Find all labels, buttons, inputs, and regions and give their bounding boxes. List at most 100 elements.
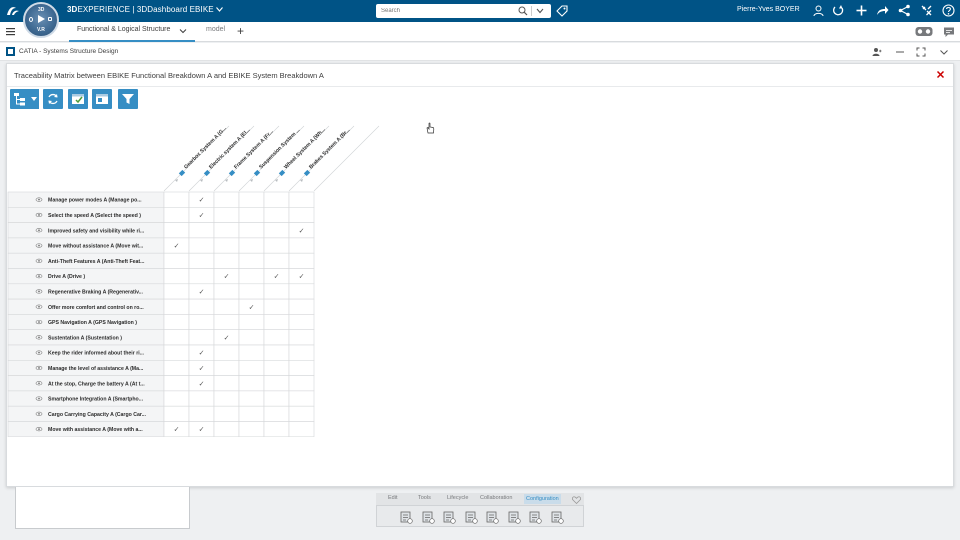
table-row[interactable]: Move with assistance A (Move with a... ✓ ✓: [7, 421, 315, 437]
table-row[interactable]: At the stop, Charge the battery A (At t.…: [7, 375, 315, 392]
collapse-chevron-down-icon[interactable]: [939, 47, 949, 57]
tab-functional-logical[interactable]: Functional & Logical Structure: [77, 26, 170, 33]
matrix-cell[interactable]: [263, 298, 290, 315]
matrix-cell[interactable]: [163, 298, 190, 315]
table-row[interactable]: GPS Navigation A (GPS Navigation ): [7, 314, 315, 331]
matrix-cell[interactable]: [288, 405, 315, 422]
matrix-cell[interactable]: [188, 405, 215, 422]
matrix-cell[interactable]: [163, 314, 190, 331]
action-tab-lifecycle[interactable]: Lifecycle: [447, 495, 468, 501]
matrix-cell[interactable]: [188, 329, 215, 346]
matrix-cell[interactable]: [188, 268, 215, 285]
matrix-cell[interactable]: [263, 237, 290, 254]
insert-product-icon[interactable]: [399, 510, 413, 524]
matrix-cell[interactable]: [163, 390, 190, 407]
matrix-cell[interactable]: [188, 252, 215, 269]
matrix-cell[interactable]: [238, 283, 265, 300]
tag-icon[interactable]: [556, 5, 568, 17]
maximize-icon[interactable]: [916, 47, 926, 57]
matrix-cell[interactable]: [288, 206, 315, 223]
tab-model[interactable]: model: [206, 26, 225, 33]
matrix-cell[interactable]: [238, 390, 265, 407]
user-name[interactable]: Pierre-Yves BOYER: [737, 6, 800, 13]
menu-icon[interactable]: [6, 27, 15, 36]
copy-icon[interactable]: [507, 510, 521, 524]
matrix-cell[interactable]: [263, 390, 290, 407]
vr-headset-icon[interactable]: [915, 26, 933, 37]
tab-chevron-down-icon[interactable]: [179, 27, 187, 35]
matrix-cell[interactable]: [163, 375, 190, 392]
action-tab-configuration[interactable]: Configuration: [524, 494, 561, 504]
document-icon[interactable]: [550, 510, 564, 524]
paste-icon[interactable]: [528, 510, 542, 524]
table-row[interactable]: Manage power modes A (Manage po... ✓: [7, 191, 315, 208]
action-tab-collaboration[interactable]: Collaboration: [480, 495, 512, 501]
table-row[interactable]: Improved safety and visibility while ri.…: [7, 222, 315, 239]
search-dropdown-icon[interactable]: [535, 7, 545, 15]
table-row[interactable]: Manage the level of assistance A (Ma... ✓: [7, 360, 315, 376]
matrix-cell[interactable]: [213, 344, 240, 361]
matrix-cell[interactable]: [288, 298, 315, 315]
matrix-cell[interactable]: [263, 191, 290, 208]
matrix-cell[interactable]: [213, 421, 240, 437]
matrix-cell[interactable]: [263, 206, 290, 223]
matrix-cell[interactable]: [238, 375, 265, 392]
matrix-cell[interactable]: [288, 375, 315, 392]
tools-icon[interactable]: [920, 4, 933, 17]
action-tab-tools[interactable]: Tools: [418, 495, 431, 501]
matrix-cell[interactable]: [288, 344, 315, 361]
user-icon[interactable]: [812, 4, 825, 17]
table-row[interactable]: Select the speed A (Select the speed ) ✓: [7, 206, 315, 223]
compass-play-icon[interactable]: [38, 15, 45, 23]
matrix-cell[interactable]: [163, 252, 190, 269]
matrix-cell[interactable]: [213, 360, 240, 376]
matrix-cell[interactable]: [213, 206, 240, 223]
activity-icon[interactable]: [832, 4, 845, 17]
matrix-cell[interactable]: [213, 405, 240, 422]
matrix-cell[interactable]: [288, 390, 315, 407]
collaborate-user-icon[interactable]: [872, 47, 882, 57]
matrix-cell[interactable]: [163, 405, 190, 422]
matrix-cell[interactable]: [288, 252, 315, 269]
minimize-icon[interactable]: [895, 47, 905, 57]
matrix-cell[interactable]: [288, 360, 315, 376]
table-row[interactable]: Move without assistance A (Move wit... ✓: [7, 237, 315, 254]
table-row[interactable]: Offer more comfort and control on ro... ✓: [7, 298, 315, 315]
matrix-cell[interactable]: [213, 375, 240, 392]
matrix-cell[interactable]: [238, 360, 265, 376]
matrix-cell[interactable]: [188, 222, 215, 239]
matrix-cell[interactable]: [238, 268, 265, 285]
chat-icon[interactable]: [943, 26, 955, 38]
matrix-cell[interactable]: [213, 314, 240, 331]
matrix-cell[interactable]: [263, 360, 290, 376]
share-icon[interactable]: [876, 4, 889, 17]
matrix-cell[interactable]: [288, 329, 315, 346]
matrix-cell[interactable]: [238, 314, 265, 331]
matrix-cell[interactable]: [263, 283, 290, 300]
table-row[interactable]: Drive A (Drive ) ✓ ✓ ✓: [7, 268, 315, 285]
matrix-cell[interactable]: [188, 237, 215, 254]
matrix-cell[interactable]: [288, 421, 315, 437]
matrix-cell[interactable]: [288, 283, 315, 300]
matrix-cell[interactable]: [213, 298, 240, 315]
favorite-heart-icon[interactable]: [572, 496, 581, 504]
matrix-cell[interactable]: [163, 191, 190, 208]
matrix-cell[interactable]: [263, 329, 290, 346]
table-row[interactable]: Cargo Carrying Capacity A (Cargo Car...: [7, 405, 315, 422]
matrix-cell[interactable]: [263, 314, 290, 331]
matrix-cell[interactable]: [263, 344, 290, 361]
matrix-cell[interactable]: [263, 405, 290, 422]
matrix-cell[interactable]: [288, 314, 315, 331]
matrix-cell[interactable]: [163, 283, 190, 300]
matrix-cell[interactable]: [213, 191, 240, 208]
matrix-cell[interactable]: [238, 421, 265, 437]
compass-icon[interactable]: 3D V.R: [23, 2, 59, 38]
matrix-cell[interactable]: [238, 344, 265, 361]
matrix-cell[interactable]: [163, 360, 190, 376]
matrix-cell[interactable]: [263, 222, 290, 239]
matrix-cell[interactable]: [163, 206, 190, 223]
matrix-cell[interactable]: [263, 421, 290, 437]
matrix-cell[interactable]: [288, 237, 315, 254]
close-icon[interactable]: [936, 70, 945, 79]
matrix-cell[interactable]: [213, 283, 240, 300]
